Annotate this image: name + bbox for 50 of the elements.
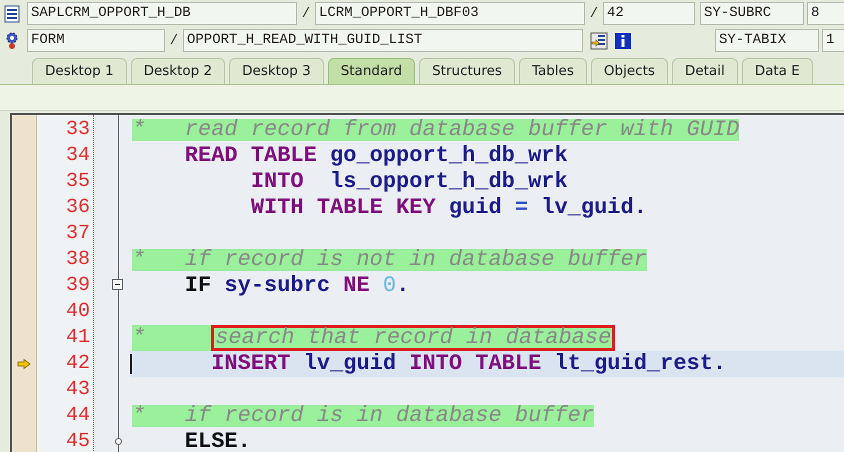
code-line: INSERT lv_guid INTO TABLE lt_guid_rest. xyxy=(210,353,726,375)
code-line: IF sy-subrc NE 0. xyxy=(184,275,410,297)
variable-name-field[interactable]: SY-TABIX xyxy=(715,29,819,52)
program-field[interactable]: SAPLCRM_OPPORT_H_DB xyxy=(27,2,297,25)
code-line: INTO ls_opport_h_db_wrk xyxy=(250,171,568,193)
info-icon[interactable] xyxy=(613,30,633,50)
tab[interactable]: Desktop 2 xyxy=(130,58,226,84)
line-number: 35 xyxy=(66,169,91,195)
tab[interactable]: Tables xyxy=(518,58,587,84)
code-line: READ TABLE go_opport_h_db_wrk xyxy=(184,145,568,167)
block-name-field[interactable]: OPPORT_H_READ_WITH_GUID_LIST xyxy=(183,29,583,52)
tab[interactable]: Desktop 1 xyxy=(32,58,127,84)
variable-value-field[interactable]: 1 xyxy=(822,29,844,52)
code-comment: * search that record in database xyxy=(132,325,616,351)
line-number: 38 xyxy=(66,247,91,273)
code-comment: * read record from database buffer with GUID xyxy=(132,119,740,141)
tab[interactable]: Objects xyxy=(590,58,668,84)
code-comment: * if record is not in database buffer xyxy=(132,249,647,271)
tab[interactable]: Data E xyxy=(742,58,813,84)
tab[interactable]: Detail xyxy=(672,58,738,84)
document-list-icon[interactable] xyxy=(2,4,22,24)
block-type-field[interactable]: FORM xyxy=(27,29,165,52)
variable-name-field[interactable]: SY-SUBRC xyxy=(700,2,804,25)
line-number: 42 xyxy=(66,351,91,377)
separator: / xyxy=(300,6,312,22)
line-number: 44 xyxy=(66,403,91,429)
code-line: ELSE. xyxy=(184,431,251,452)
cursor xyxy=(130,354,132,374)
arrow-icon xyxy=(17,359,31,369)
code-line: WITH TABLE KEY guid = lv_guid. xyxy=(250,197,647,219)
line-field[interactable]: 42 xyxy=(603,2,695,25)
line-number: 36 xyxy=(66,195,91,221)
line-number: 37 xyxy=(66,221,91,247)
separator: / xyxy=(588,6,600,22)
include-field[interactable]: LCRM_OPPORT_H_DBF03 xyxy=(315,2,585,25)
line-number: 40 xyxy=(66,299,91,325)
line-number: 34 xyxy=(66,143,91,169)
tab[interactable]: Desktop 3 xyxy=(229,58,324,84)
line-number: 41 xyxy=(66,325,91,351)
line-number: 33 xyxy=(66,117,91,143)
tab[interactable]: Structures xyxy=(419,58,515,84)
navigate-icon[interactable] xyxy=(589,30,609,50)
variable-value-field[interactable]: 8 xyxy=(807,2,844,25)
collapse-icon[interactable] xyxy=(112,279,123,290)
separator: / xyxy=(168,32,180,48)
line-number: 39 xyxy=(66,273,91,299)
line-number: 45 xyxy=(66,429,91,452)
line-number: 43 xyxy=(66,377,91,403)
tab[interactable]: Standard xyxy=(328,58,416,84)
code-comment: * if record is in database buffer xyxy=(132,405,594,427)
